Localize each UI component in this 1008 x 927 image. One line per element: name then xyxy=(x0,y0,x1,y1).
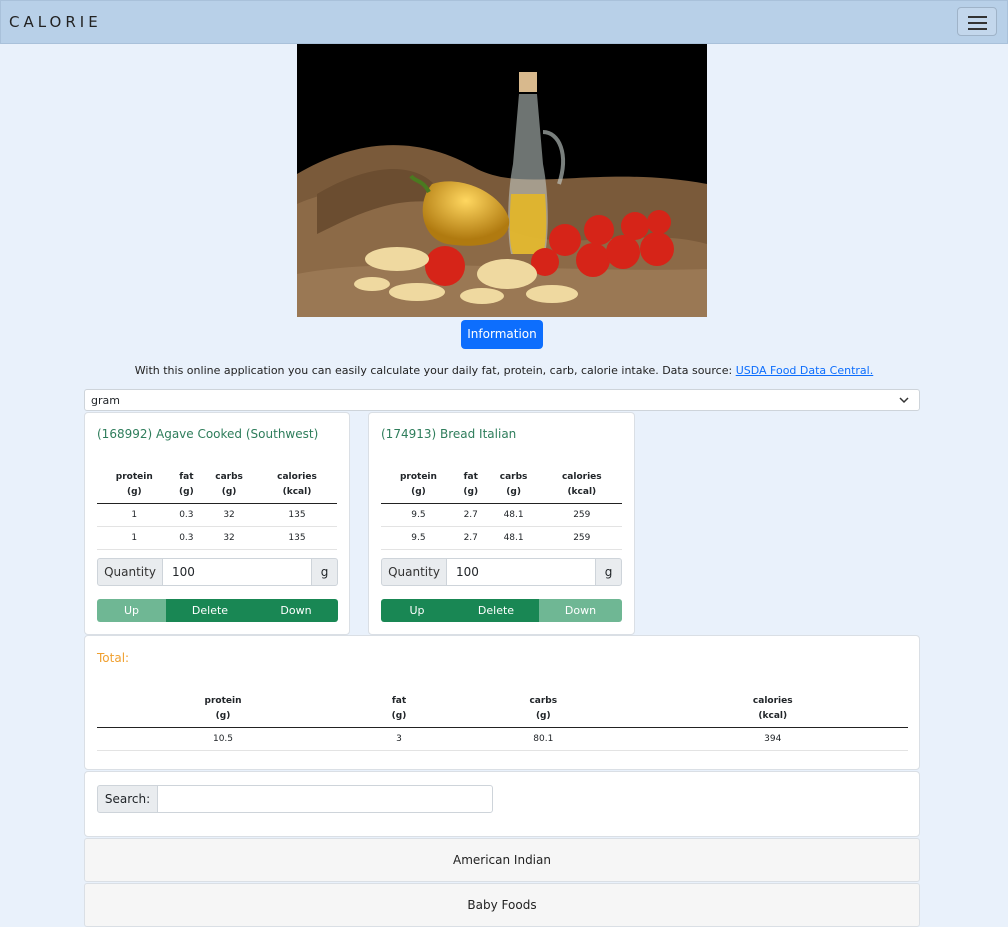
protein-value: 1 xyxy=(97,503,172,527)
col-calories: calories (kcal) xyxy=(637,691,908,728)
quantity-label: Quantity xyxy=(97,558,163,586)
quantity-label: Quantity xyxy=(381,558,447,586)
fat-value: 0.3 xyxy=(171,526,202,550)
calories-value: 135 xyxy=(256,503,337,527)
col-fat: fat (g) xyxy=(349,691,450,728)
table-row: 1 0.3 32 135 xyxy=(97,526,337,550)
table-row: 9.5 2.7 48.1 259 xyxy=(381,526,622,550)
total-table: protein (g) fat (g) carbs (g) calories (kcal… xyxy=(97,691,908,751)
protein-value: 9.5 xyxy=(381,503,456,527)
hamburger-icon[interactable] xyxy=(957,7,997,36)
col-calories: calories (kcal) xyxy=(541,467,622,504)
col-protein: protein (g) xyxy=(97,691,349,728)
delete-button[interactable]: Delete xyxy=(166,599,254,622)
action-buttons: Up Delete Down xyxy=(97,599,338,622)
down-button[interactable]: Down xyxy=(539,599,622,622)
chevron-down-icon xyxy=(899,393,909,410)
search-label: Search: xyxy=(97,785,158,813)
fat-value: 2.7 xyxy=(455,526,486,550)
quantity-input[interactable]: 100 xyxy=(162,558,312,586)
food-title: (174913) Bread Italian xyxy=(381,427,517,441)
up-button[interactable]: Up xyxy=(381,599,453,622)
col-protein: protein (g) xyxy=(381,467,456,504)
category-american-indian[interactable]: American Indian xyxy=(84,838,920,882)
quantity-group: Quantity 100 g xyxy=(381,558,622,586)
col-carbs: carbs (g) xyxy=(201,467,257,504)
total-fat: 3 xyxy=(349,727,450,751)
protein-value: 9.5 xyxy=(381,526,456,550)
total-calories: 394 xyxy=(637,727,908,751)
table-row: 1 0.3 32 135 xyxy=(97,503,337,527)
up-button[interactable]: Up xyxy=(97,599,166,622)
total-carbs: 80.1 xyxy=(449,727,638,751)
quantity-group: Quantity 100 g xyxy=(97,558,338,586)
food-card: (174913) Bread Italian protein (g) fat (g)… xyxy=(368,412,635,635)
unit-select-value: gram xyxy=(91,394,120,407)
carbs-value: 48.1 xyxy=(485,526,542,550)
fat-value: 0.3 xyxy=(171,503,202,527)
col-carbs: carbs (g) xyxy=(449,691,638,728)
calories-value: 259 xyxy=(541,503,622,527)
quantity-input[interactable]: 100 xyxy=(446,558,596,586)
description: With this online application you can eas… xyxy=(0,364,1008,377)
table-row: 10.5 3 80.1 394 xyxy=(97,727,908,751)
category-baby-foods[interactable]: Baby Foods xyxy=(84,883,920,927)
fat-value: 2.7 xyxy=(455,503,486,527)
total-protein: 10.5 xyxy=(97,727,349,751)
navbar: CALORIE xyxy=(0,0,1008,44)
nutrient-table: protein (g) fat (g) carbs (g) calories (kcal… xyxy=(97,467,337,550)
quantity-unit: g xyxy=(595,558,622,586)
hero-image xyxy=(297,44,707,317)
brand-title[interactable]: CALORIE xyxy=(9,13,102,31)
col-carbs: carbs (g) xyxy=(485,467,542,504)
description-text: With this online application you can eas… xyxy=(134,364,736,377)
food-title: (168992) Agave Cooked (Southwest) xyxy=(97,427,319,441)
action-buttons: Up Delete Down xyxy=(381,599,622,622)
nutrient-table: protein (g) fat (g) carbs (g) calories (kcal… xyxy=(381,467,622,550)
unit-select[interactable]: gram xyxy=(84,389,920,411)
food-card: (168992) Agave Cooked (Southwest) protei… xyxy=(84,412,350,635)
calories-value: 259 xyxy=(541,526,622,550)
information-button[interactable]: Information xyxy=(461,320,543,349)
total-title: Total: xyxy=(97,651,130,665)
carbs-value: 48.1 xyxy=(485,503,542,527)
col-fat: fat (g) xyxy=(455,467,486,504)
search-card: Search: xyxy=(84,771,920,837)
carbs-value: 32 xyxy=(201,503,257,527)
table-row: 9.5 2.7 48.1 259 xyxy=(381,503,622,527)
quantity-unit: g xyxy=(311,558,338,586)
calories-value: 135 xyxy=(256,526,337,550)
usda-link[interactable]: USDA Food Data Central. xyxy=(736,364,874,377)
total-card: Total: protein (g) fat (g) carbs (g) calori… xyxy=(84,635,920,770)
carbs-value: 32 xyxy=(201,526,257,550)
col-calories: calories (kcal) xyxy=(256,467,337,504)
col-protein: protein (g) xyxy=(97,467,172,504)
search-input[interactable] xyxy=(157,785,493,813)
col-fat: fat (g) xyxy=(171,467,202,504)
protein-value: 1 xyxy=(97,526,172,550)
down-button[interactable]: Down xyxy=(254,599,338,622)
delete-button[interactable]: Delete xyxy=(453,599,539,622)
